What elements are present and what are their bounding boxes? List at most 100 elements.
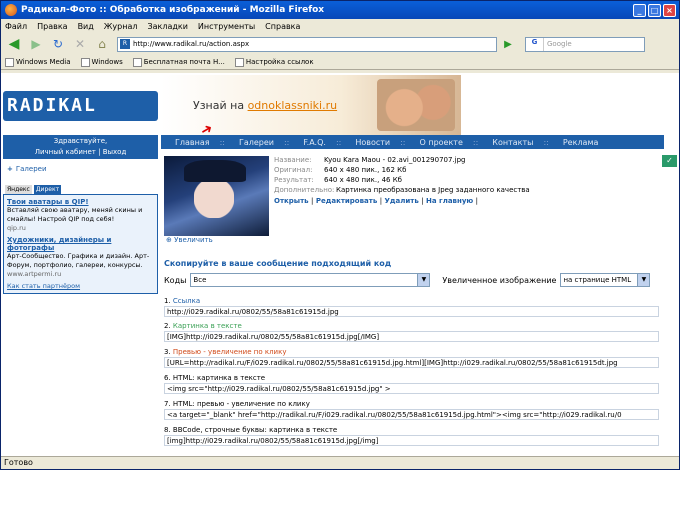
code-item: 8. BBCode, строчные буквы: картинка в те… (164, 426, 659, 446)
nav-about[interactable]: О проекте (406, 138, 463, 147)
ad-desc: Вставляй свою аватару, меняй скины и сма… (7, 206, 143, 223)
code-item: 2. Картинка в тексте [IMG]http://i029.ra… (164, 322, 659, 342)
stop-icon[interactable]: ✕ (71, 35, 89, 53)
zoom-icon: ⊕ (166, 236, 175, 244)
title-bar: Радикал-Фото :: Обработка изображений - … (1, 1, 679, 19)
open-link[interactable]: Открыть (274, 197, 309, 205)
site-nav: Главная:: Галереи:: F.A.Q.:: Новости:: О… (161, 135, 664, 149)
item-label: HTML: картинка в тексте (172, 374, 266, 382)
image-info: Название: Kyou Kara Maou - 02.avi_0012907… (274, 155, 530, 206)
check-icon[interactable]: ✓ (662, 155, 677, 167)
menu-bookmarks[interactable]: Закладки (147, 22, 187, 31)
bookmark-icon (234, 57, 244, 67)
copy-heading: Скопируйте в ваше сообщение подходящий к… (164, 259, 392, 268)
image-thumbnail[interactable] (164, 156, 269, 236)
window-title: Радикал-Фото :: Обработка изображений - … (21, 5, 325, 15)
nav-home[interactable]: Главная (161, 138, 210, 147)
chevron-down-icon: ▼ (417, 274, 430, 286)
enlarge-link[interactable]: ⊕ Увеличить (166, 236, 213, 244)
home-link[interactable]: На главную (426, 197, 473, 205)
ad-title[interactable]: Твои аватары в QIP! (7, 198, 154, 206)
cabinet-link[interactable]: Личный кабинет (35, 148, 96, 156)
name-value: Kyou Kara Maou - 02.avi_001290707.jpg (324, 156, 466, 164)
menu-view[interactable]: Вид (78, 22, 94, 31)
welcome-text: Здравствуйте, (53, 137, 108, 145)
enlarged-label: Увеличенное изображение (442, 275, 557, 285)
minimize-button[interactable]: _ (633, 3, 646, 17)
search-box[interactable]: G Google (525, 36, 645, 52)
ad-desc: Арт-Сообщество. Графика и дизайн. Арт-Фо… (7, 252, 150, 269)
page-content: RADIKAL ФОТО Узнай на odnoklassniki.ru З… (1, 73, 679, 456)
bookmark-item[interactable]: Windows (80, 57, 123, 67)
orig-value: 640 x 480 пик., 162 Кб (324, 166, 407, 174)
chevron-down-icon: ▼ (637, 274, 650, 286)
item-label: HTML: превью - увеличение по клику (172, 400, 310, 408)
partner-link[interactable]: Как стать партнёром (7, 282, 154, 290)
banner-text: Узнай на (193, 99, 245, 112)
delete-link[interactable]: Удалить (385, 197, 419, 205)
bookmark-item[interactable]: Настройка ссылок (234, 57, 314, 67)
orig-key: Оригинал: (274, 166, 313, 174)
google-icon[interactable]: G (526, 37, 544, 51)
forward-icon[interactable]: ▶ (27, 35, 45, 53)
edit-link[interactable]: Редактировать (316, 197, 377, 205)
ad-tabs: Яндекс Директ (3, 185, 158, 194)
back-icon[interactable]: ◀ (5, 35, 23, 53)
nav-ads[interactable]: Реклама (549, 138, 599, 147)
menu-help[interactable]: Справка (265, 22, 300, 31)
site-logo[interactable]: RADIKAL ФОТО (3, 91, 158, 146)
ad-url[interactable]: qip.ru (7, 224, 154, 232)
go-icon[interactable]: ▶ (501, 39, 515, 50)
extra-value: Картинка преобразована в Jpeg заданного … (336, 186, 530, 194)
menu-edit[interactable]: Правка (37, 22, 67, 31)
codes-row: Коды Все ▼ Увеличенное изображение на стр… (164, 273, 659, 287)
name-key: Название: (274, 156, 312, 164)
home-icon[interactable]: ⌂ (93, 35, 111, 53)
item-label[interactable]: Превью - увеличение по клику (173, 348, 287, 356)
search-placeholder: Google (547, 40, 572, 48)
address-bar[interactable]: R http://www.radikal.ru/action.aspx (117, 36, 497, 52)
address-url: http://www.radikal.ru/action.aspx (133, 40, 250, 48)
nav-contacts[interactable]: Контакты (478, 138, 533, 147)
bookmark-icon (80, 57, 90, 67)
welcome-box: Здравствуйте, Личный кабинет | Выход (3, 135, 158, 159)
menu-history[interactable]: Журнал (104, 22, 138, 31)
tab-direct[interactable]: Директ (33, 185, 62, 194)
code-item: 3. Превью - увеличение по клику [URL=htt… (164, 348, 659, 368)
tab-yandex[interactable]: Яндекс (5, 185, 32, 194)
ad-url[interactable]: www.artpermi.ru (7, 270, 154, 278)
bookmark-item[interactable]: Windows Media (5, 57, 71, 67)
res-value: 640 x 480 пик., 46 Кб (324, 176, 402, 184)
nav-galleries[interactable]: Галереи (225, 138, 274, 147)
plus-icon: + (7, 165, 13, 173)
site-favicon-icon: R (120, 39, 130, 49)
code-item: 1. Ссылка http://i029.radikal.ru/0802/55… (164, 297, 659, 317)
item-label[interactable]: Ссылка (173, 297, 200, 305)
code-field[interactable]: [img]http://i029.radikal.ru/0802/55/58a8… (164, 435, 659, 446)
reload-icon[interactable]: ↻ (49, 35, 67, 53)
item-label[interactable]: Картинка в тексте (173, 322, 242, 330)
menu-tools[interactable]: Инструменты (198, 22, 255, 31)
code-field[interactable]: [IMG]http://i029.radikal.ru/0802/55/58a8… (164, 331, 659, 342)
code-field[interactable]: [URL=http://radikal.ru/F/i029.radikal.ru… (164, 357, 659, 368)
codes-select[interactable]: Все ▼ (190, 273, 431, 287)
firefox-icon (5, 4, 17, 16)
nav-faq[interactable]: F.A.Q. (289, 138, 326, 147)
status-bar: Готово (1, 456, 679, 469)
banner-link[interactable]: odnoklassniki.ru (248, 99, 338, 112)
code-field[interactable]: http://i029.radikal.ru/0802/55/58a81c619… (164, 306, 659, 317)
menu-bar: Файл Правка Вид Журнал Закладки Инструме… (1, 19, 679, 33)
exit-link[interactable]: Выход (103, 148, 127, 156)
close-button[interactable]: × (663, 3, 676, 17)
item-label: BBCode, строчные буквы: картинка в текст… (172, 426, 338, 434)
menu-file[interactable]: Файл (5, 22, 27, 31)
maximize-button[interactable]: □ (648, 3, 661, 17)
code-field[interactable]: <img src="http://i029.radikal.ru/0802/55… (164, 383, 659, 394)
code-field[interactable]: <a target="_blank" href="http://radikal.… (164, 409, 659, 420)
enlarged-select[interactable]: на странице HTML ▼ (560, 273, 651, 287)
bookmark-item[interactable]: Бесплатная почта H... (132, 57, 225, 67)
ad-title[interactable]: Художники, дизайнеры и фотографы (7, 236, 154, 252)
sidebar-gallery[interactable]: + Галереи (3, 163, 158, 175)
codes-label: Коды (164, 275, 187, 285)
nav-news[interactable]: Новости (341, 138, 390, 147)
